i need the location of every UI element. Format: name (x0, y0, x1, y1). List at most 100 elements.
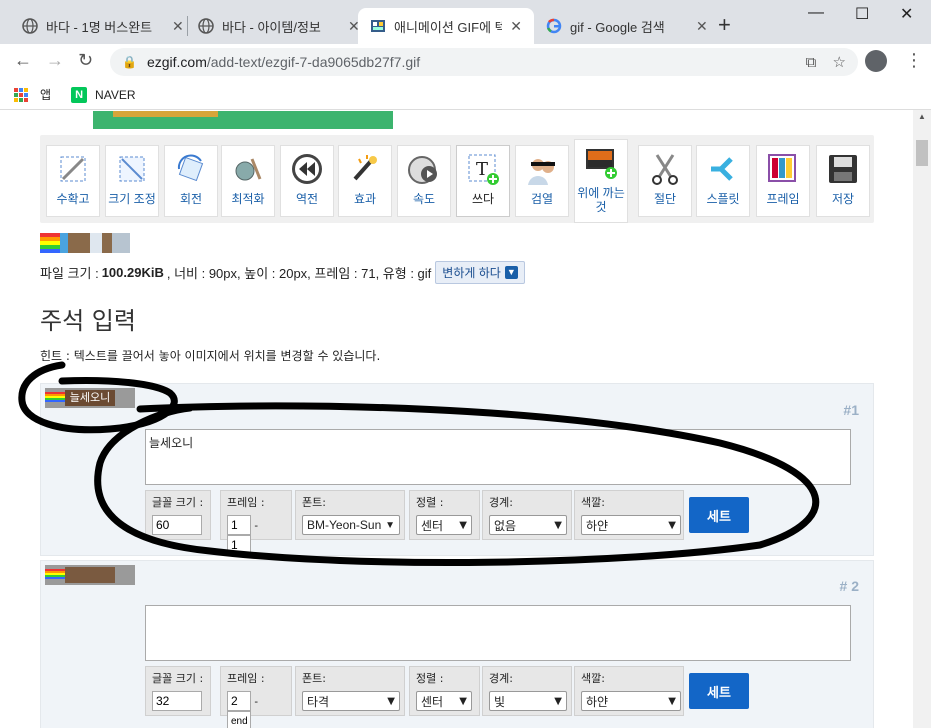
censor-icon (522, 149, 562, 189)
lock-icon: 🔒 (122, 55, 137, 69)
tool-speed[interactable]: 속도 (397, 145, 451, 217)
url-text: ezgif.com/add-text/ezgif-7-da9065db27f7.… (146, 54, 421, 70)
thumbnail-text[interactable]: 늘세오니 (65, 390, 115, 406)
section-title: 주석 입력 (40, 307, 136, 335)
tab-3[interactable]: 애니메이션 GIF에 텍 ✕ (358, 8, 534, 44)
chevron-down-icon: ▼ (385, 519, 395, 531)
tab-4[interactable]: gif - Google 검색 ✕ (534, 8, 720, 44)
split-icon (703, 149, 743, 189)
frame-from-input[interactable] (227, 691, 251, 711)
font-size-label: 글꼴 크기 : (152, 496, 204, 509)
border-label: 경계: (489, 672, 513, 685)
tab-1[interactable]: 바다 - 1명 버스완트 ✕ (10, 8, 196, 44)
forward-arrow-icon[interactable]: → (46, 50, 64, 71)
close-icon[interactable]: ✕ (510, 18, 522, 35)
tool-reverse[interactable]: 역전 (280, 145, 334, 217)
border-select[interactable]: 빛 ▼ (489, 691, 567, 711)
file-dimensions: , 너비 : 90px, 높이 : 20px, 프레임 : 71, 유형 : g… (166, 266, 432, 281)
ad-banner[interactable] (93, 111, 393, 129)
font-size-input[interactable] (152, 691, 202, 711)
back-arrow-icon[interactable]: ← (14, 50, 32, 71)
frame-thumbnail[interactable]: 늘세오니 (45, 388, 135, 408)
close-icon[interactable]: ✕ (172, 18, 184, 35)
color-label: 색깔: (581, 672, 605, 685)
bookmark-star-icon[interactable]: ☆ (833, 54, 846, 71)
change-button[interactable]: 변하게 하다 ▼ (435, 261, 525, 284)
align-select[interactable]: 센터 ▼ (416, 515, 472, 535)
tool-write[interactable]: T 쓰다 (456, 145, 510, 217)
border-select[interactable]: 없음 ▼ (489, 515, 567, 535)
font-size-label: 글꼴 크기 : (152, 672, 204, 685)
ezgif-favicon-icon (370, 18, 386, 34)
tab-label: 바다 - 1명 버스완트 (46, 19, 153, 35)
font-size-control: 글꼴 크기 : (145, 666, 211, 716)
address-bar[interactable]: 🔒 ezgif.com/add-text/ezgif-7-da9065db27f… (110, 48, 858, 76)
font-control: 폰트: BM-Yeon-Sung ▼ (295, 490, 405, 540)
bookmark-apps[interactable]: 앱 (14, 86, 51, 103)
frame-thumbnail[interactable] (45, 565, 135, 585)
tool-label: 역전 (295, 192, 319, 206)
google-icon (546, 18, 562, 34)
profile-avatar-icon[interactable] (865, 50, 887, 72)
frame-from-input[interactable] (227, 515, 251, 535)
down-arrow-icon: ▼ (504, 266, 518, 279)
menu-kebab-icon[interactable]: ⋮ (905, 50, 923, 71)
speed-icon (404, 149, 444, 189)
scroll-up-icon[interactable]: ▲ (913, 112, 931, 121)
chevron-down-icon: ▼ (459, 519, 467, 531)
frame-to-input[interactable] (227, 535, 251, 555)
tool-label: 속도 (412, 192, 436, 206)
tool-effects[interactable]: 효과 (338, 145, 392, 217)
window-close-icon[interactable]: ✕ (900, 4, 913, 24)
color-select[interactable]: 하얀 ▼ (581, 515, 681, 535)
gif-preview-thumbnail (40, 233, 130, 253)
border-control: 경계: 없음 ▼ (482, 490, 572, 540)
tool-split[interactable]: 스플릿 (696, 145, 750, 217)
color-select[interactable]: 하얀 ▼ (581, 691, 681, 711)
new-tab-button[interactable]: + (718, 12, 731, 38)
tool-censor[interactable]: 검열 (515, 145, 569, 217)
tab-2[interactable]: 바다 - 아이템/정보 ✕ (186, 8, 372, 44)
reload-icon[interactable]: ↻ (78, 50, 93, 71)
caption-textarea[interactable] (145, 605, 851, 661)
tool-rotate[interactable]: 회전 (164, 145, 218, 217)
resize-icon (112, 149, 152, 189)
bookmark-naver[interactable]: N NAVER (71, 86, 136, 103)
font-select[interactable]: BM-Yeon-Sung ▼ (302, 515, 400, 535)
page-scrollbar[interactable]: ▲ (913, 110, 931, 728)
tool-frames[interactable]: 프레임 (756, 145, 810, 217)
border-label: 경계: (489, 496, 513, 509)
frame-to-input[interactable] (227, 711, 251, 728)
tool-label: 프레임 (766, 192, 800, 206)
tool-crop[interactable]: 수확고 (46, 145, 100, 217)
frame-range-label: 프레임 : (227, 496, 265, 509)
frame-range-label: 프레임 : (227, 672, 265, 685)
chevron-down-icon: ▼ (554, 695, 562, 707)
frame-number: # 2 (839, 578, 859, 594)
minimize-icon[interactable]: — (808, 4, 824, 22)
set-button[interactable]: 세트 (689, 497, 749, 533)
font-select[interactable]: 타격 ▼ (302, 691, 400, 711)
font-label: 폰트: (302, 672, 326, 685)
tool-label: 위에 까는 것 (577, 186, 625, 214)
align-select[interactable]: 센터 ▼ (416, 691, 472, 711)
set-button[interactable]: 세트 (689, 673, 749, 709)
tool-resize[interactable]: 크기 조정 (105, 145, 159, 217)
tool-label: 크기 조정 (108, 192, 156, 206)
maximize-icon[interactable]: ☐ (855, 4, 869, 24)
tool-overlay[interactable]: 위에 까는 것 (574, 139, 628, 223)
crop-icon (53, 149, 93, 189)
tool-save[interactable]: 저장 (816, 145, 870, 217)
thumbnail-text[interactable] (65, 567, 115, 583)
tool-optimize[interactable]: 최적화 (221, 145, 275, 217)
caption-textarea[interactable]: 늘세오니 (145, 429, 851, 485)
font-size-input[interactable] (152, 515, 202, 535)
frames-icon (763, 149, 803, 189)
effects-icon (345, 149, 385, 189)
scroll-thumb[interactable] (916, 140, 928, 166)
svg-text:T: T (476, 159, 488, 180)
translate-icon[interactable]: ⧉ (806, 54, 817, 71)
tool-label: 최적화 (231, 192, 265, 206)
tool-cut[interactable]: 절단 (638, 145, 692, 217)
close-icon[interactable]: ✕ (696, 18, 708, 35)
